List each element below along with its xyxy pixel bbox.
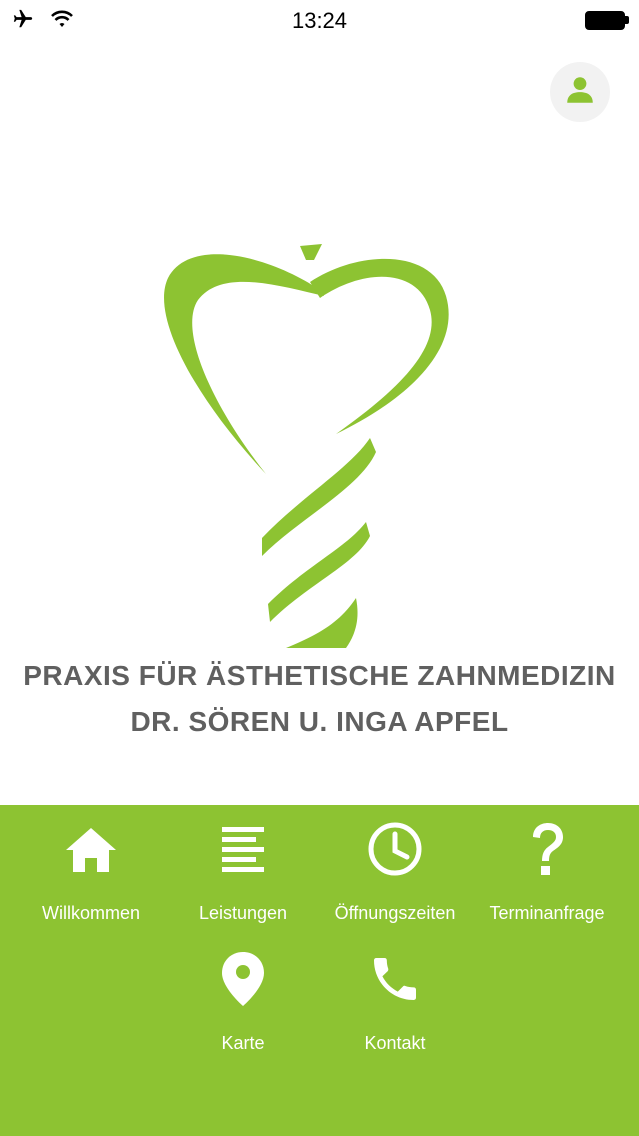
- nav-label: Karte: [221, 1033, 265, 1053]
- status-bar: 13:24: [0, 0, 639, 42]
- nav-panel: Willkommen Leistungen Öffnungszeiten Ter…: [0, 805, 639, 1136]
- nav-label: Terminanfrage: [489, 903, 605, 923]
- nav-label: Leistungen: [198, 903, 288, 923]
- nav-item-kontakt[interactable]: Kontakt: [320, 949, 470, 1054]
- user-icon: [563, 73, 597, 112]
- battery-icon: [585, 11, 629, 30]
- nav-item-willkommen[interactable]: Willkommen: [16, 819, 166, 924]
- nav-label: Kontakt: [364, 1033, 426, 1053]
- list-icon: [168, 819, 318, 879]
- nav-item-karte[interactable]: Karte: [168, 949, 318, 1054]
- nav-item-terminanfrage[interactable]: Terminanfrage: [472, 819, 622, 924]
- nav-label: Öffnungszeiten: [334, 903, 456, 923]
- nav-item-leistungen[interactable]: Leistungen: [168, 819, 318, 924]
- home-icon: [16, 819, 166, 879]
- map-pin-icon: [168, 949, 318, 1009]
- profile-button[interactable]: [550, 62, 610, 122]
- status-time: 13:24: [291, 8, 348, 33]
- practice-subtitle: DR. SÖREN U. INGA APFEL: [130, 706, 509, 737]
- practice-title: PRAXIS FÜR ÄSTHETISCHE ZAHNMEDIZIN: [23, 660, 616, 691]
- nav-label: Willkommen: [41, 903, 140, 923]
- question-icon: [472, 819, 622, 879]
- nav-item-oeffnungszeiten[interactable]: Öffnungszeiten: [320, 819, 470, 924]
- practice-logo: [150, 238, 470, 658]
- phone-icon: [320, 949, 470, 1009]
- clock-icon: [320, 819, 470, 879]
